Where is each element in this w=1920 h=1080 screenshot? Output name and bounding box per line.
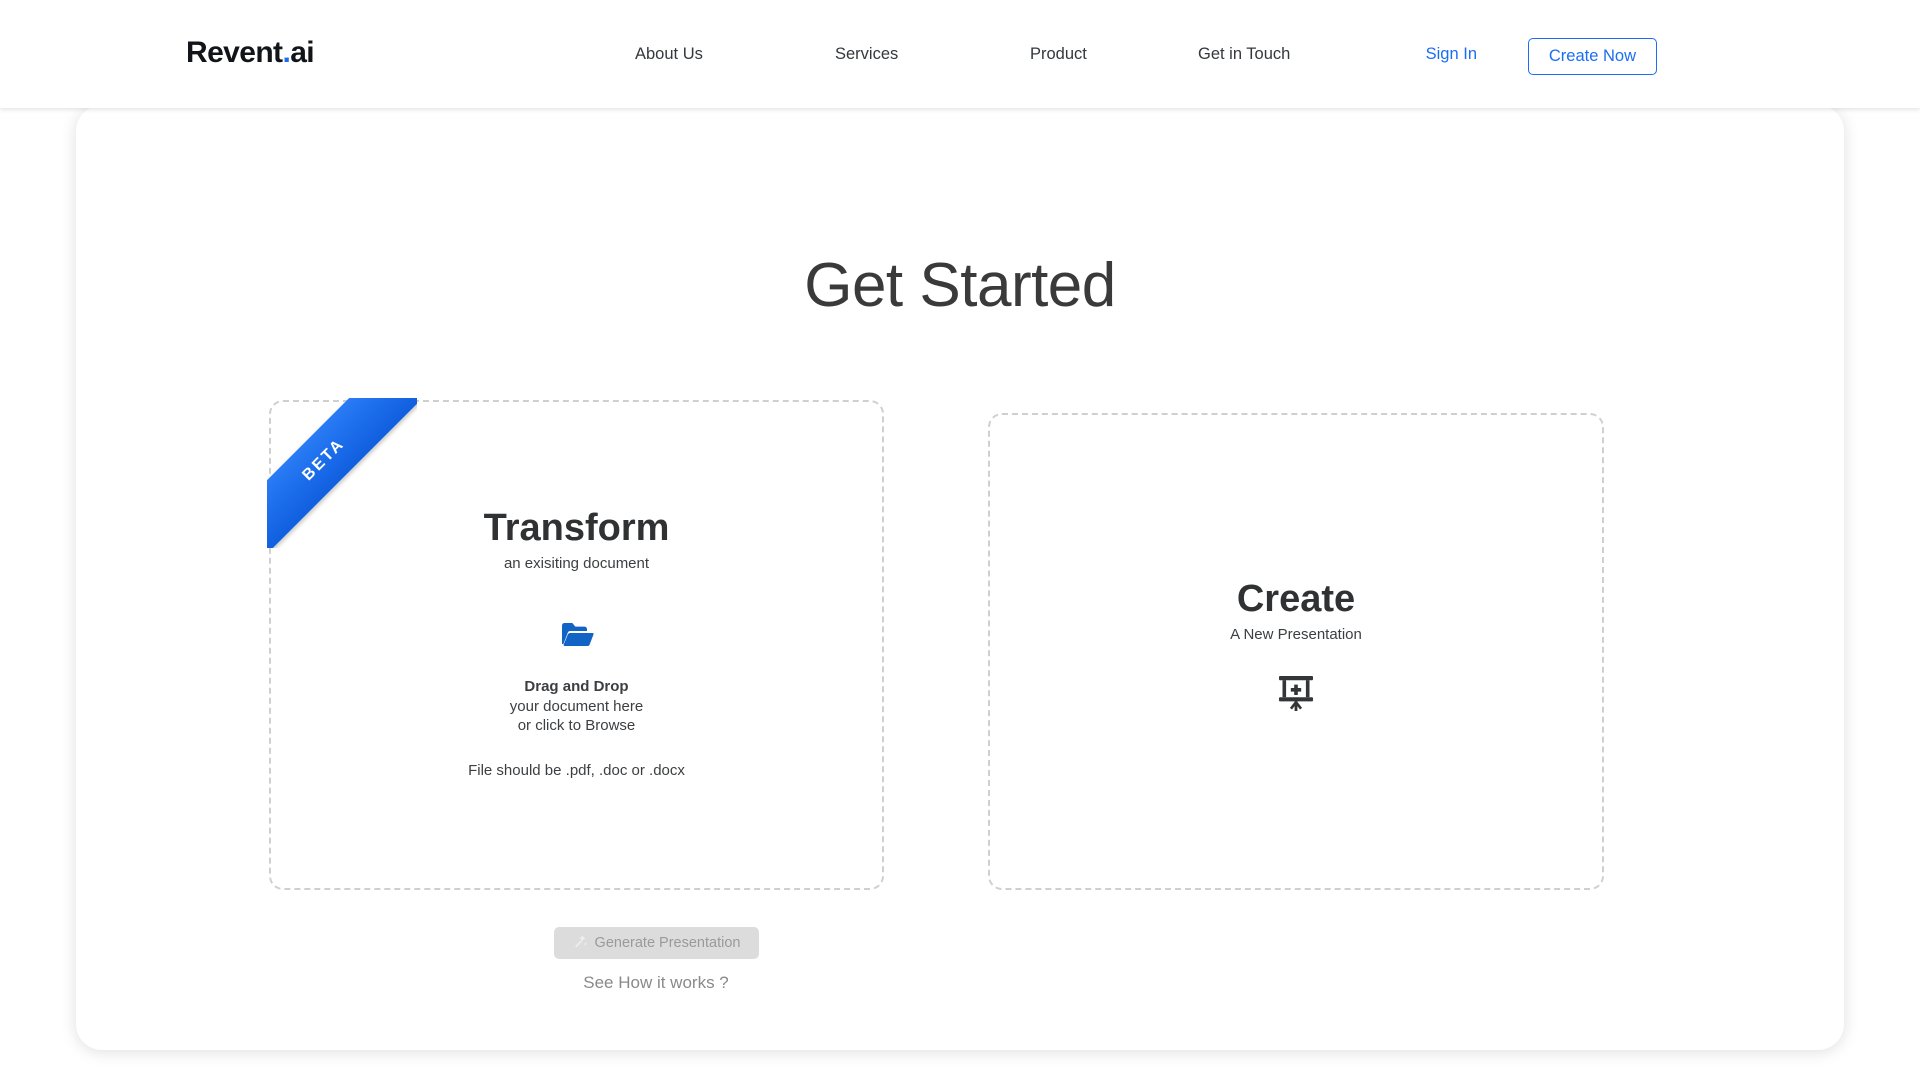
- transform-title: Transform: [483, 507, 670, 549]
- dropzone-line-3: or click to Browse: [517, 717, 636, 734]
- nav-item-product[interactable]: Product: [1030, 45, 1087, 64]
- generate-presentation-label: Generate Presentation: [594, 935, 741, 951]
- open-folder-icon: [560, 620, 594, 653]
- main-panel: Get Started Transform an exisiting docum…: [76, 105, 1844, 1050]
- create-title: Create: [1236, 578, 1356, 620]
- drag-and-drop-headline: Drag and Drop: [524, 678, 629, 695]
- nav-item-get-in-touch[interactable]: Get in Touch: [1198, 45, 1290, 64]
- see-how-it-works-link[interactable]: See How it works ?: [476, 973, 836, 993]
- create-subtitle: A New Presentation: [1230, 626, 1362, 643]
- nav-item-about-us[interactable]: About Us: [635, 45, 703, 64]
- create-presentation-card[interactable]: Create A New Presentation: [988, 413, 1604, 890]
- magic-wand-icon: [573, 934, 588, 953]
- site-header: Revent.ai About Us Services Product Get …: [0, 0, 1920, 108]
- create-now-button[interactable]: Create Now: [1527, 38, 1657, 75]
- logo-name: Revent: [186, 36, 283, 69]
- presentation-add-icon: [1276, 673, 1316, 718]
- dropzone-instructions: Drag and Drop your document here or clic…: [271, 677, 882, 736]
- cards-row: Transform an exisiting document Drag and…: [76, 295, 1844, 895]
- transform-dropzone-card[interactable]: Transform an exisiting document Drag and…: [269, 400, 884, 890]
- sign-in-link[interactable]: Sign In: [1426, 45, 1477, 64]
- dropzone-line-2: your document here: [509, 697, 644, 715]
- generate-presentation-button[interactable]: Generate Presentation: [554, 927, 759, 959]
- logo[interactable]: Revent.ai: [186, 36, 315, 70]
- nav-item-services[interactable]: Services: [835, 45, 898, 64]
- file-format-hint: File should be .pdf, .doc or .docx: [468, 762, 685, 779]
- transform-subtitle: an exisiting document: [503, 555, 650, 572]
- logo-suffix: ai: [290, 36, 315, 69]
